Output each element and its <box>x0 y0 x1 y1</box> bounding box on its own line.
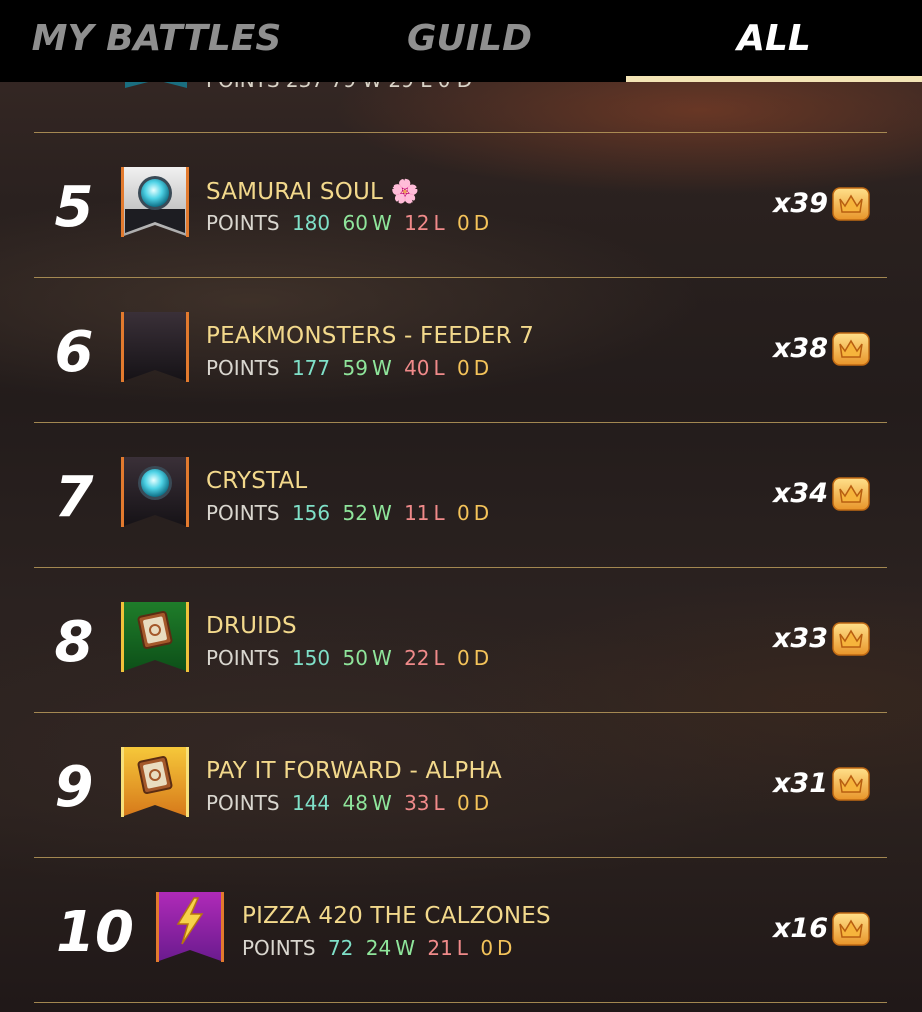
crystal-banner-icon <box>121 167 189 237</box>
rank-number: 10 <box>56 900 134 965</box>
draws-value: 0 <box>457 211 470 235</box>
guild-name: DRUIDS <box>206 613 297 639</box>
reward-count: x31 <box>773 768 828 799</box>
points-value: 156 <box>291 501 331 525</box>
list-item[interactable]: 5 SAMURAI SOUL 🌸 POINTS 180 60 W 12 L 0D x… <box>0 133 922 278</box>
draws-label: D <box>497 936 513 960</box>
rank-number: 6 <box>54 320 94 385</box>
list-item[interactable]: 10 PIZZA 420 THE CALZONES POINTS 72 24 W … <box>0 858 922 1003</box>
tab-all[interactable]: ALL <box>626 14 922 62</box>
gold-chest-icon <box>832 622 870 656</box>
losses-value: 11 <box>404 501 430 525</box>
draws-label: D <box>473 211 490 235</box>
reward-count: x33 <box>773 623 828 654</box>
gold-chest-icon <box>832 767 870 801</box>
reward-count: x34 <box>773 478 828 509</box>
guild-name: SAMURAI SOUL 🌸 <box>206 179 420 205</box>
tab-guild[interactable]: GUILD <box>313 14 626 62</box>
draws-value: 0 <box>457 646 470 670</box>
rank-number: 8 <box>54 610 94 675</box>
losses-label: L <box>433 791 445 815</box>
rank-number: 7 <box>54 465 94 530</box>
guild-stats: POINTS 180 60 W 12 L 0D <box>206 211 495 235</box>
points-value: 180 <box>291 211 331 235</box>
green-book-banner-icon <box>121 602 189 672</box>
draws-label: D <box>473 791 490 815</box>
active-tab-indicator <box>626 76 922 82</box>
draws-label: D <box>473 646 490 670</box>
losses-label: L <box>456 936 468 960</box>
wins-label: W <box>371 211 392 235</box>
reward-count: x16 <box>773 913 828 944</box>
wins-label: W <box>371 501 392 525</box>
guild-name: PAY IT FORWARD - ALPHA <box>206 758 502 784</box>
purple-lightning-banner-icon <box>156 892 224 962</box>
wins-value: 48 <box>342 791 368 815</box>
guild-stats: POINTS 144 48 W 33 L 0D <box>206 791 495 815</box>
points-label: POINTS <box>206 356 280 380</box>
draws-value: 0 <box>480 936 494 960</box>
reward-count: x39 <box>773 188 828 219</box>
points-label: POINTS <box>206 211 280 235</box>
gold-chest-icon <box>832 332 870 366</box>
wins-label: W <box>371 791 392 815</box>
gold-chest-icon <box>832 187 870 221</box>
draws-value: 0 <box>457 791 470 815</box>
draws-value: 0 <box>457 501 470 525</box>
draws-value: 0 <box>457 356 470 380</box>
draws-label: D <box>473 356 490 380</box>
list-item[interactable]: 8 DRUIDS POINTS 150 50 W 22 L 0D x33 <box>0 568 922 713</box>
gold-chest-icon <box>832 912 870 946</box>
wins-value: 59 <box>342 356 368 380</box>
points-label: POINTS <box>206 791 280 815</box>
guild-stats: POINTS 156 52 W 11 L 0D <box>206 501 495 525</box>
points-value: 150 <box>291 646 331 670</box>
points-label: POINTS <box>206 646 280 670</box>
wins-label: W <box>371 646 392 670</box>
wins-label: W <box>395 936 415 960</box>
wins-value: 52 <box>342 501 368 525</box>
guild-name: PEAKMONSTERS - FEEDER 7 <box>206 323 535 349</box>
points-label: POINTS <box>206 501 280 525</box>
losses-value: 12 <box>404 211 430 235</box>
points-value: 72 <box>327 936 354 960</box>
losses-label: L <box>433 211 445 235</box>
wins-value: 60 <box>342 211 368 235</box>
tab-bar: MY BATTLES GUILD ALL <box>0 0 922 82</box>
rank-number: 9 <box>54 755 94 820</box>
gold-book-banner-icon <box>121 747 189 817</box>
guild-stats: POINTS 150 50 W 22 L 0D <box>206 646 495 670</box>
list-item[interactable]: 6 PEAKMONSTERS - FEEDER 7 POINTS 177 59 W… <box>0 278 922 423</box>
losses-value: 22 <box>404 646 430 670</box>
wins-value: 24 <box>365 936 392 960</box>
draws-label: D <box>473 501 490 525</box>
losses-label: L <box>433 501 445 525</box>
points-value: 144 <box>291 791 331 815</box>
wins-label: W <box>371 356 392 380</box>
list-item[interactable]: 9 PAY IT FORWARD - ALPHA POINTS 144 48 W … <box>0 713 922 858</box>
wins-value: 50 <box>342 646 368 670</box>
losses-label: L <box>433 356 445 380</box>
points-label: POINTS <box>242 936 316 960</box>
gold-chest-icon <box>832 477 870 511</box>
losses-value: 33 <box>404 791 430 815</box>
dark-banner-icon <box>121 312 189 382</box>
list-item[interactable]: 7 CRYSTAL POINTS 156 52 W 11 L 0D x34 <box>0 423 922 568</box>
losses-label: L <box>433 646 445 670</box>
crystal-banner-icon <box>121 457 189 527</box>
guild-stats: POINTS 177 59 W 40 L 0D <box>206 356 495 380</box>
reward-count: x38 <box>773 333 828 364</box>
guild-stats: POINTS 72 24 W 21 L 0D <box>242 936 518 960</box>
guild-name: PIZZA 420 THE CALZONES <box>242 903 551 929</box>
tab-my-battles[interactable]: MY BATTLES <box>0 14 313 62</box>
losses-value: 40 <box>404 356 430 380</box>
points-value: 177 <box>291 356 331 380</box>
rank-number: 5 <box>54 175 94 240</box>
losses-value: 21 <box>427 936 453 960</box>
guild-name: CRYSTAL <box>206 468 308 494</box>
